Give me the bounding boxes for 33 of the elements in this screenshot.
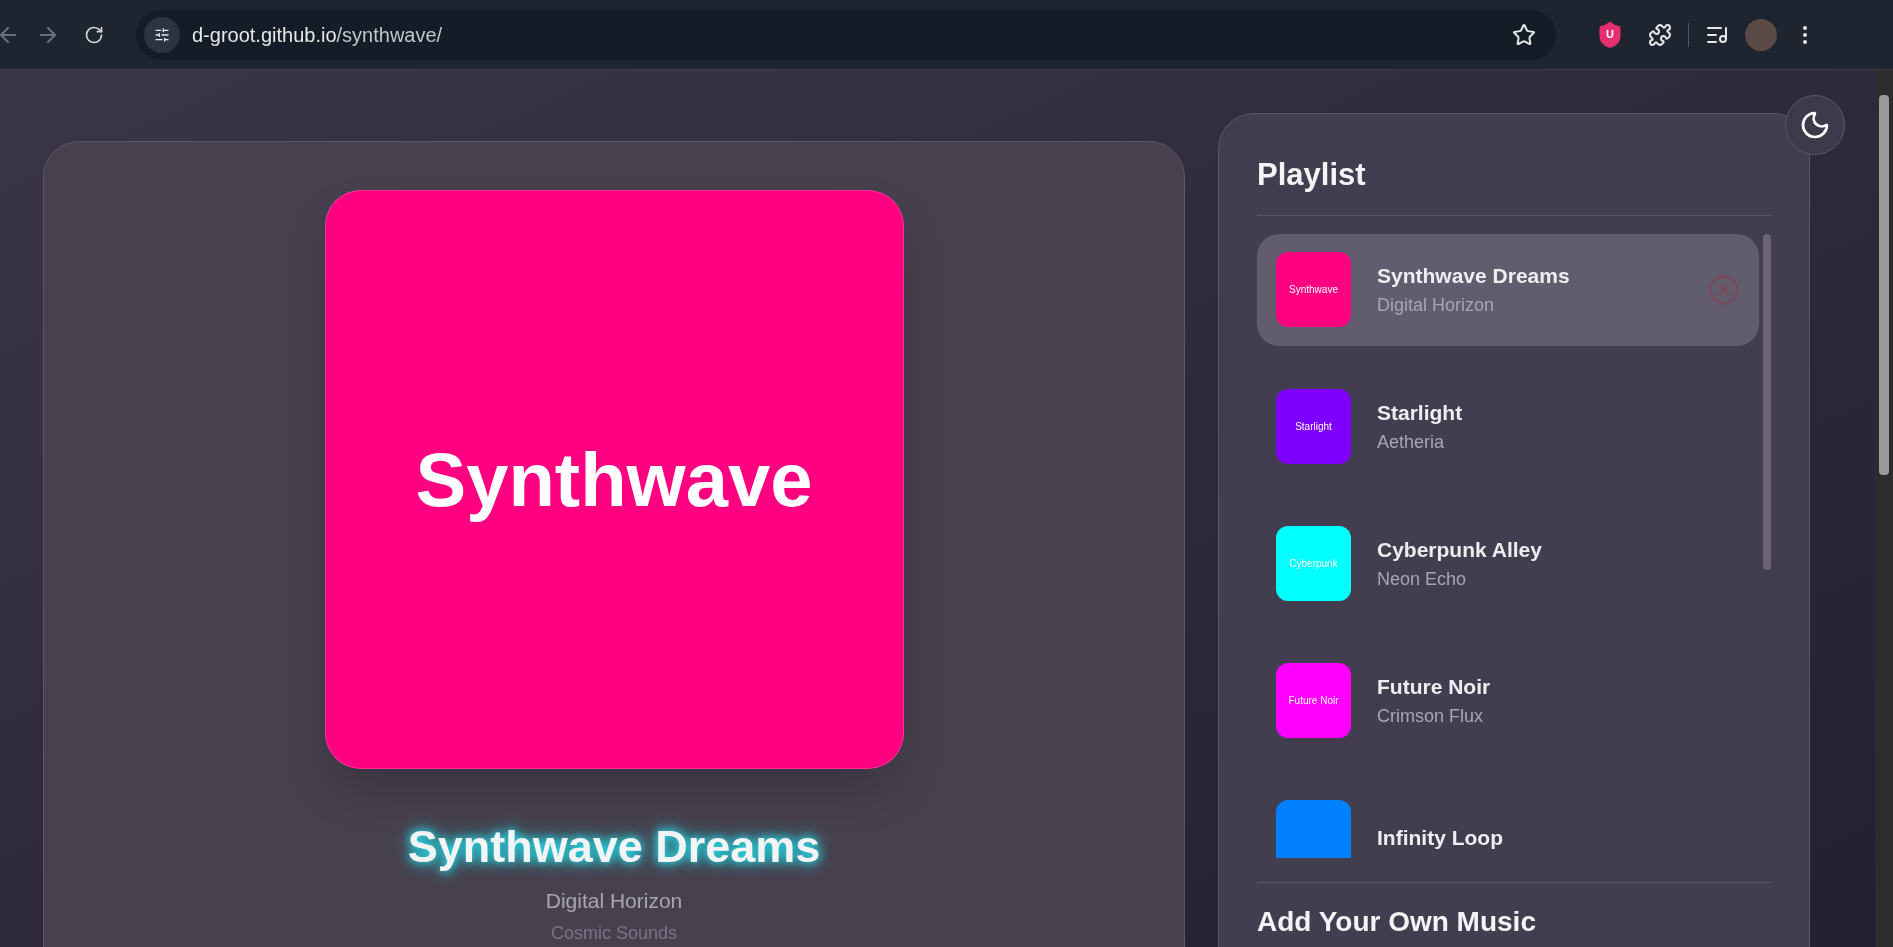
item-title: Synthwave Dreams <box>1377 263 1570 290</box>
address-bar[interactable]: d-groot.github.io/synthwave/ <box>136 9 1556 60</box>
bookmark-star-icon[interactable] <box>1512 22 1536 47</box>
thumbnail-text: Future Noir <box>1288 694 1339 708</box>
moon-icon <box>1799 109 1831 141</box>
thumbnail-text: Cyberpunk <box>1289 557 1338 571</box>
playlist-item[interactable]: Cyberpunk Cyberpunk Alley Neon Echo <box>1257 507 1759 620</box>
item-title: Future Noir <box>1377 674 1491 701</box>
cover-text: Synthwave <box>415 435 813 524</box>
page-scrollbar[interactable] <box>1875 70 1893 947</box>
track-title: Synthwave Dreams <box>407 820 821 874</box>
item-title: Cyberpunk Alley <box>1377 537 1542 564</box>
item-artist: Crimson Flux <box>1377 704 1484 728</box>
site-settings-icon <box>154 26 170 43</box>
scrollbar-thumb[interactable] <box>1763 233 1771 570</box>
add-music-title: Add Your Own Music <box>1257 904 1537 939</box>
playlist-item[interactable]: Future Noir Future Noir Crimson Flux <box>1257 644 1759 757</box>
thumbnail-text: Synthwave <box>1289 283 1338 297</box>
item-artist: Neon Echo <box>1377 567 1468 591</box>
item-title: Infinity Loop <box>1377 824 1503 851</box>
track-artist: Digital Horizon <box>545 887 683 914</box>
playlist-item[interactable]: Starlight Starlight Aetheria <box>1257 370 1759 483</box>
extensions-icon[interactable] <box>1648 22 1672 47</box>
playlist-item[interactable]: Infinity Loop <box>1257 781 1759 858</box>
item-artist: Digital Horizon <box>1377 293 1496 317</box>
thumbnail-text: Starlight <box>1295 420 1332 434</box>
playlist-item[interactable]: Synthwave Synthwave Dreams Digital Horizon <box>1257 233 1759 346</box>
url-text: d-groot.github.io/synthwave/ <box>192 22 443 48</box>
item-title: Starlight <box>1377 400 1463 427</box>
site-info-button[interactable] <box>144 16 180 53</box>
reload-icon[interactable] <box>84 24 104 45</box>
playlist-title: Playlist <box>1257 152 1771 216</box>
item-artist: Aetheria <box>1377 430 1446 454</box>
